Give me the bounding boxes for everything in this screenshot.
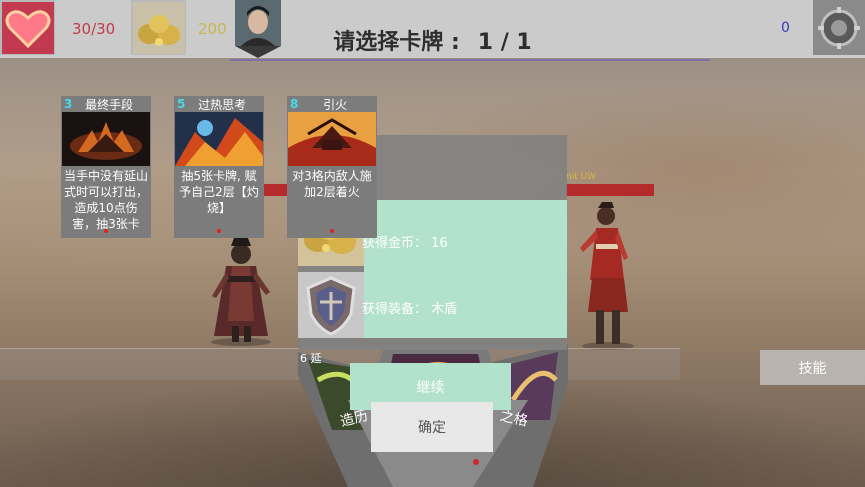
selection-progress: 1 / 1 <box>477 30 532 55</box>
confirm-button[interactable]: 确定 <box>371 402 493 452</box>
gear-icon[interactable] <box>813 0 865 55</box>
card-description: 当手中没有延山式时可以打出，造成10点伤害，抽3张卡 <box>64 169 149 231</box>
enemy-hp-bar <box>566 184 654 196</box>
card-cost: 5 <box>177 97 186 111</box>
card-indicator-dot <box>104 229 108 233</box>
shield-reward-icon <box>298 272 364 338</box>
card-indicator-dot <box>330 229 334 233</box>
enemy-character[interactable] <box>568 200 648 350</box>
counter-value: 0 <box>781 20 790 36</box>
card-indicator-dot <box>217 229 221 233</box>
page-title: 请选择卡牌 : 1 / 1 <box>0 24 865 56</box>
card-cost: 8 <box>290 97 299 111</box>
card-art <box>175 112 263 166</box>
card-cost: 3 <box>64 97 73 111</box>
equip-reward-text: 获得装备： 木盾 <box>362 302 458 317</box>
title-label: 请选择卡牌 : <box>333 30 460 55</box>
card-name: 过热思考 <box>198 97 247 112</box>
card-art <box>288 112 376 166</box>
card-ignite[interactable]: 8 引火 对3格内敌人施加2层着火 <box>287 96 377 238</box>
card-name: 最终手段 <box>85 97 134 112</box>
hand-card-fragment-top: 6 延 <box>300 352 322 365</box>
enemy-name-label: nit UW <box>566 172 597 182</box>
skill-button[interactable]: 技能 <box>760 350 865 385</box>
player-character[interactable] <box>196 226 286 346</box>
hud-divider-line <box>230 59 710 61</box>
reward-content <box>364 200 567 338</box>
card-name: 引火 <box>323 97 348 112</box>
card-art <box>62 112 150 166</box>
card-description: 对3格内敌人施加2层着火 <box>292 169 372 199</box>
card-overheat-thinking[interactable]: 5 过热思考 抽5张卡牌, 赋予自己2层【灼烧】 <box>174 96 264 238</box>
card-final-resort[interactable]: 3 最终手段 当手中没有延山式时可以打出，造成10点伤害，抽3张卡 <box>61 96 151 238</box>
card-description: 抽5张卡牌, 赋予自己2层【灼烧】 <box>179 169 259 215</box>
